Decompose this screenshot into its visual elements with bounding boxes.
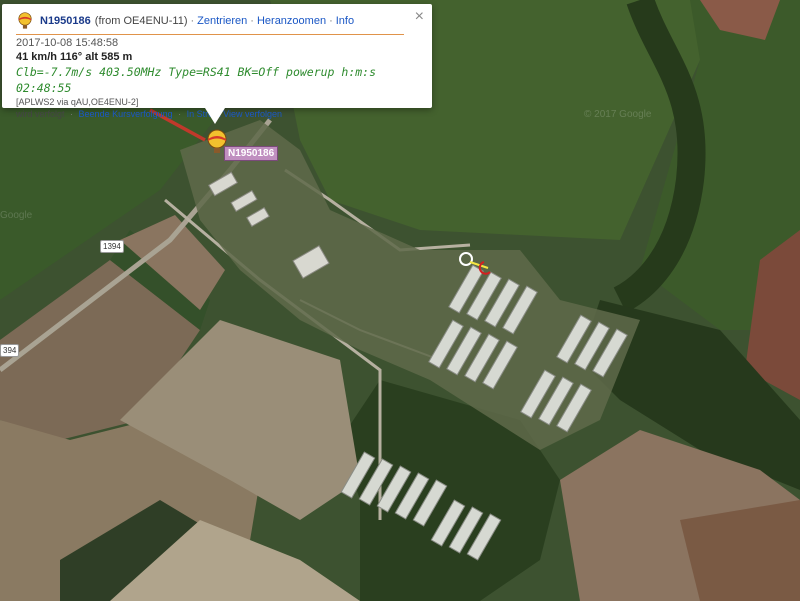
balloon-marker-label[interactable]: N1950186 [224, 146, 279, 161]
road-shield-1394: 1394 [100, 240, 124, 253]
google-watermark: © 2017 Google [584, 109, 652, 120]
separator: · [70, 109, 74, 119]
timestamp: 2017-10-08 15:48:58 [16, 37, 119, 49]
follow-status-text: wird verfolgt [16, 109, 65, 119]
close-icon[interactable]: × [415, 9, 424, 25]
speed-altitude: 41 km/h 116° alt 585 m [16, 51, 133, 63]
telemetry-comment: Clb=-7.7m/s 403.50MHz Type=RS41 BK=Off p… [16, 65, 377, 95]
source-text: (from OE4ENU-11) [94, 15, 188, 27]
callsign-link[interactable]: N1950186 [40, 15, 91, 27]
popup-pointer [205, 108, 225, 124]
street-view-follow-link[interactable]: In Street View verfolgen [187, 109, 282, 119]
popup-header: N1950186 (from OE4ENU-11) · Zentrieren ·… [16, 12, 422, 30]
separator: · [178, 109, 182, 119]
path-info: [APLWS2 via qAU,OE4ENU-2] [16, 97, 139, 107]
center-link[interactable]: Zentrieren [197, 15, 247, 27]
zoom-in-link[interactable]: Heranzoomen [257, 15, 326, 27]
separator: · [190, 15, 195, 27]
balloon-icon [18, 12, 32, 29]
header-divider [16, 34, 404, 35]
balloon-info-popup: N1950186 (from OE4ENU-11) · Zentrieren ·… [2, 4, 432, 119]
google-watermark-left: Google [0, 210, 33, 221]
stop-tracking-link[interactable]: Beende Kursverfolgung [79, 109, 173, 119]
info-link[interactable]: Info [336, 15, 354, 27]
separator: · [250, 15, 254, 27]
road-shield-394: 394 [0, 344, 20, 357]
separator: · [329, 15, 333, 27]
